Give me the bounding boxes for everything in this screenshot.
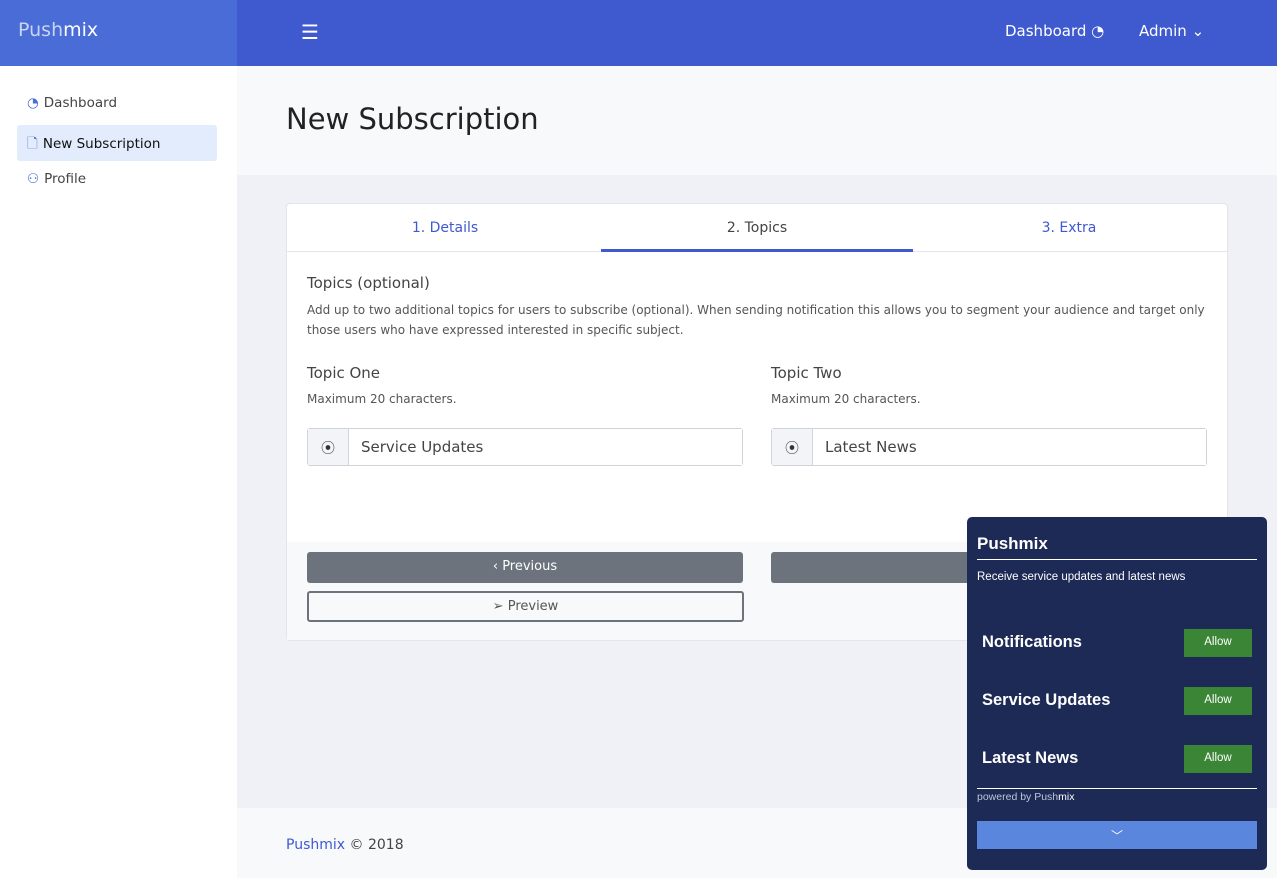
menu-toggle-icon[interactable]: ☰ [301,20,319,44]
topic-two-input[interactable] [813,429,1206,465]
topic-one-hint: Maximum 20 characters. [307,392,457,406]
sidebar-item-profile[interactable]: ⚇ Profile [17,162,217,198]
tab-topics[interactable]: 2. Topics [601,204,913,252]
widget-description: Receive service updates and latest news [977,571,1186,583]
tab-extra[interactable]: 3. Extra [913,204,1225,252]
allow-service-updates-button[interactable]: Allow [1184,687,1252,715]
previous-button[interactable]: ‹ Previous [307,552,743,583]
top-navbar: ☰ Dashboard ◔ Admin ⌄ [237,0,1277,66]
target-icon: ⦿ [308,429,349,465]
sidebar-item-new-subscription[interactable]: 🗋 New Subscription [17,125,217,161]
divider [977,788,1257,789]
tab-details[interactable]: 1. Details [289,204,601,252]
chevron-left-icon: ‹ [492,559,503,574]
section-description: Add up to two additional topics for user… [307,303,1205,337]
topic-two-hint: Maximum 20 characters. [771,392,921,406]
footer-brand-link[interactable]: Pushmix [286,837,345,853]
brand-logo[interactable]: Pushmix [0,0,237,66]
file-icon: 🗋 [27,136,38,152]
target-icon: ⦿ [772,429,813,465]
chevron-down-icon: ⌄ [1191,22,1205,40]
dashboard-icon: ◔ [1091,22,1105,40]
widget-row-latest-news: Latest News Allow [982,745,1252,773]
chevron-down-icon: ﹀ [1110,829,1123,843]
subscription-widget: Pushmix Receive service updates and late… [967,517,1267,870]
sidebar-item-dashboard[interactable]: ◔ Dashboard [17,86,217,122]
widget-title: Pushmix [977,517,1257,560]
powered-by: powered by Pushmix [977,791,1075,803]
page-title: New Subscription [286,102,539,136]
nav-dashboard-link[interactable]: Dashboard ◔ [1005,22,1104,40]
dashboard-icon: ◔ [27,95,39,111]
collapse-widget-button[interactable]: ﹀ [977,821,1257,849]
sidebar: ◔ Dashboard 🗋 New Subscription ⚇ Profile [0,66,237,878]
widget-row-notifications: Notifications Allow [982,629,1252,657]
topic-two-label: Topic Two [771,364,842,382]
user-icon: ⚇ [27,171,40,187]
send-icon: ➢ [492,599,508,614]
allow-notifications-button[interactable]: Allow [1184,629,1252,657]
preview-button[interactable]: ➢ Preview [307,591,744,622]
admin-dropdown[interactable]: Admin ⌄ [1139,22,1204,40]
allow-latest-news-button[interactable]: Allow [1184,745,1252,773]
widget-row-service-updates: Service Updates Allow [982,687,1252,715]
topic-one-input[interactable] [349,429,742,465]
section-heading: Topics (optional) [307,274,430,292]
topic-one-label: Topic One [307,364,381,382]
